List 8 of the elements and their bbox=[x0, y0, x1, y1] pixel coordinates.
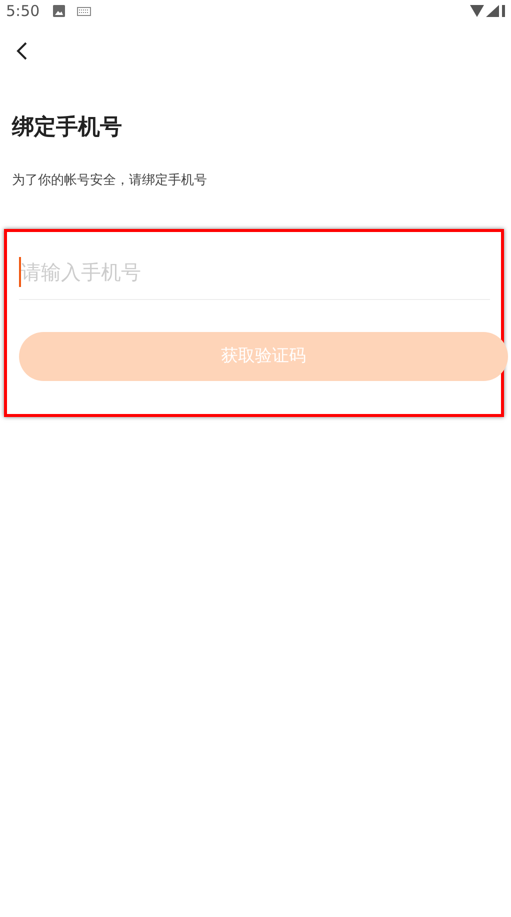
wifi-icon bbox=[470, 5, 484, 17]
keyboard-icon bbox=[76, 6, 91, 16]
page-title: 绑定手机号 bbox=[12, 117, 123, 139]
image-icon bbox=[52, 5, 65, 17]
battery-icon bbox=[502, 5, 505, 17]
subtitle-text: 为了你的帐号安全，请绑定手机号 bbox=[12, 174, 208, 187]
status-time: 5:50 bbox=[6, 4, 40, 18]
signal-icon bbox=[486, 5, 499, 17]
